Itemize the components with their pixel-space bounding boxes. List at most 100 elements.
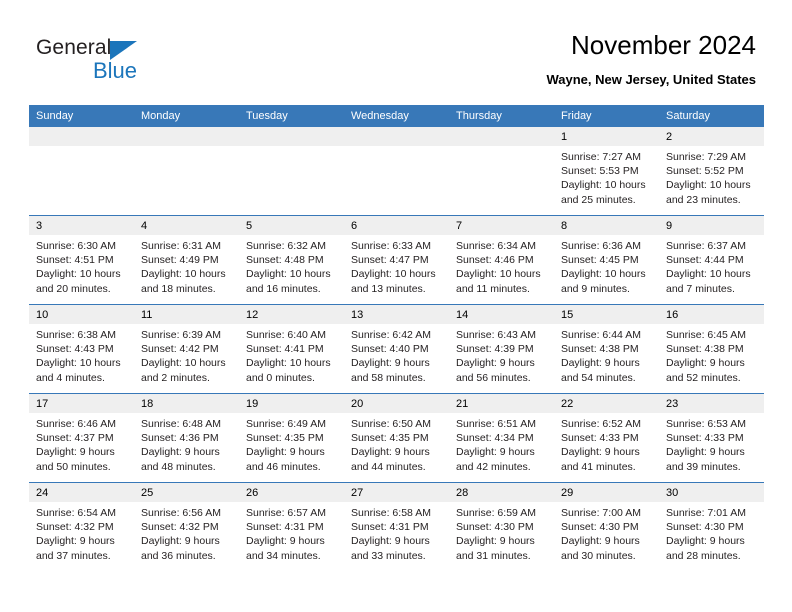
calendar-day-cell[interactable]: 17 Sunrise: 6:46 AM Sunset: 4:37 PM Dayligh… xyxy=(29,393,134,483)
weekday-header-sunday: Sunday xyxy=(29,105,134,127)
day-cell-details: Sunrise: 6:56 AM Sunset: 4:32 PM Daylight:… xyxy=(134,502,239,563)
calendar-week-row: 3 Sunrise: 6:30 AM Sunset: 4:51 PM Daylight… xyxy=(29,215,764,305)
calendar-day-cell[interactable]: 8 Sunrise: 6:36 AM Sunset: 4:45 PM Daylight… xyxy=(554,215,659,305)
sunrise-text: Sunrise: 6:45 AM xyxy=(666,329,746,341)
calendar-day-cell[interactable]: 6 Sunrise: 6:33 AM Sunset: 4:47 PM Daylight… xyxy=(344,215,449,305)
sunrise-text: Sunrise: 6:53 AM xyxy=(666,418,746,430)
sunset-text: Sunset: 4:33 PM xyxy=(666,432,744,445)
sunrise-text: Sunrise: 6:31 AM xyxy=(141,240,221,252)
calendar-day-cell[interactable]: 15 Sunrise: 6:44 AM Sunset: 4:38 PM Dayligh… xyxy=(554,304,659,394)
calendar-day-cell[interactable] xyxy=(449,127,554,216)
calendar-day-cell[interactable]: 28 Sunrise: 6:59 AM Sunset: 4:30 PM Dayligh… xyxy=(449,482,554,571)
daylight-text-line1: Daylight: 10 hours xyxy=(666,179,751,192)
daylight-text-line1: Daylight: 10 hours xyxy=(666,268,751,281)
calendar-day-cell[interactable]: 20 Sunrise: 6:50 AM Sunset: 4:35 PM Dayligh… xyxy=(344,393,449,483)
calendar-day-cell[interactable] xyxy=(29,127,134,216)
calendar-day-cell[interactable]: 18 Sunrise: 6:48 AM Sunset: 4:36 PM Dayligh… xyxy=(134,393,239,483)
day-cell-inner xyxy=(29,127,134,215)
day-number: 4 xyxy=(134,216,239,235)
sunrise-text: Sunrise: 6:40 AM xyxy=(246,329,326,341)
day-cell-inner: 14 Sunrise: 6:43 AM Sunset: 4:39 PM Dayligh… xyxy=(449,305,554,393)
calendar-day-cell[interactable]: 24 Sunrise: 6:54 AM Sunset: 4:32 PM Dayligh… xyxy=(29,482,134,571)
daylight-text-line2: and 48 minutes. xyxy=(141,460,216,473)
daylight-text-line1: Daylight: 9 hours xyxy=(561,357,640,370)
day-cell-inner: 21 Sunrise: 6:51 AM Sunset: 4:34 PM Dayligh… xyxy=(449,394,554,482)
sunset-text: Sunset: 4:46 PM xyxy=(456,254,534,267)
sunset-text: Sunset: 4:37 PM xyxy=(36,432,114,445)
day-cell-inner: 20 Sunrise: 6:50 AM Sunset: 4:35 PM Dayligh… xyxy=(344,394,449,482)
day-number: 30 xyxy=(659,483,764,502)
sunset-text: Sunset: 4:31 PM xyxy=(246,521,324,534)
calendar-day-cell[interactable]: 29 Sunrise: 7:00 AM Sunset: 4:30 PM Dayligh… xyxy=(554,482,659,571)
calendar-day-cell[interactable] xyxy=(344,127,449,216)
calendar-day-cell[interactable]: 7 Sunrise: 6:34 AM Sunset: 4:46 PM Daylight… xyxy=(449,215,554,305)
daylight-text-line1: Daylight: 9 hours xyxy=(36,446,115,459)
daylight-text-line2: and 46 minutes. xyxy=(246,460,321,473)
daylight-text-line1: Daylight: 9 hours xyxy=(456,357,535,370)
day-cell-details: Sunrise: 6:44 AM Sunset: 4:38 PM Daylight:… xyxy=(554,324,659,385)
day-cell-inner: 1 Sunrise: 7:27 AM Sunset: 5:53 PM Daylight… xyxy=(554,127,659,215)
day-cell-inner: 26 Sunrise: 6:57 AM Sunset: 4:31 PM Dayligh… xyxy=(239,483,344,571)
calendar-day-cell[interactable]: 23 Sunrise: 6:53 AM Sunset: 4:33 PM Dayligh… xyxy=(659,393,764,483)
weekday-header-tuesday: Tuesday xyxy=(239,105,344,127)
calendar-day-cell[interactable]: 9 Sunrise: 6:37 AM Sunset: 4:44 PM Daylight… xyxy=(659,215,764,305)
daylight-text-line2: and 31 minutes. xyxy=(456,549,531,562)
calendar-day-cell[interactable]: 2 Sunrise: 7:29 AM Sunset: 5:52 PM Daylight… xyxy=(659,127,764,216)
daylight-text-line2: and 13 minutes. xyxy=(351,282,426,295)
calendar-day-cell[interactable]: 3 Sunrise: 6:30 AM Sunset: 4:51 PM Daylight… xyxy=(29,215,134,305)
calendar-day-cell[interactable]: 12 Sunrise: 6:40 AM Sunset: 4:41 PM Dayligh… xyxy=(239,304,344,394)
calendar-day-cell[interactable]: 4 Sunrise: 6:31 AM Sunset: 4:49 PM Daylight… xyxy=(134,215,239,305)
daylight-text-line1: Daylight: 9 hours xyxy=(246,535,325,548)
day-cell-details: Sunrise: 6:58 AM Sunset: 4:31 PM Daylight:… xyxy=(344,502,449,563)
calendar-day-cell[interactable]: 19 Sunrise: 6:49 AM Sunset: 4:35 PM Dayligh… xyxy=(239,393,344,483)
day-number: 20 xyxy=(344,394,449,413)
day-number: 24 xyxy=(29,483,134,502)
daylight-text-line2: and 0 minutes. xyxy=(246,371,315,384)
calendar-day-cell[interactable]: 13 Sunrise: 6:42 AM Sunset: 4:40 PM Dayligh… xyxy=(344,304,449,394)
calendar-day-cell[interactable]: 25 Sunrise: 6:56 AM Sunset: 4:32 PM Dayligh… xyxy=(134,482,239,571)
calendar-day-cell[interactable]: 1 Sunrise: 7:27 AM Sunset: 5:53 PM Daylight… xyxy=(554,127,659,216)
day-number: 15 xyxy=(554,305,659,324)
calendar-day-cell[interactable]: 16 Sunrise: 6:45 AM Sunset: 4:38 PM Dayligh… xyxy=(659,304,764,394)
generalblue-logo[interactable]: General Blue xyxy=(36,36,256,88)
daylight-text-line1: Daylight: 9 hours xyxy=(141,446,220,459)
calendar-day-cell[interactable] xyxy=(239,127,344,216)
day-cell-details: Sunrise: 7:29 AM Sunset: 5:52 PM Daylight:… xyxy=(659,146,764,207)
day-cell-details: Sunrise: 6:48 AM Sunset: 4:36 PM Daylight:… xyxy=(134,413,239,474)
sunset-text: Sunset: 4:47 PM xyxy=(351,254,429,267)
day-cell-inner xyxy=(344,127,449,215)
calendar-day-cell[interactable]: 14 Sunrise: 6:43 AM Sunset: 4:39 PM Dayligh… xyxy=(449,304,554,394)
day-cell-details: Sunrise: 6:32 AM Sunset: 4:48 PM Daylight:… xyxy=(239,235,344,296)
day-cell-details: Sunrise: 6:49 AM Sunset: 4:35 PM Daylight:… xyxy=(239,413,344,474)
daylight-text-line2: and 34 minutes. xyxy=(246,549,321,562)
day-cell-inner xyxy=(239,127,344,215)
daylight-text-line1: Daylight: 9 hours xyxy=(141,535,220,548)
day-cell-inner: 3 Sunrise: 6:30 AM Sunset: 4:51 PM Daylight… xyxy=(29,216,134,304)
daylight-text-line1: Daylight: 10 hours xyxy=(561,268,646,281)
day-cell-inner: 15 Sunrise: 6:44 AM Sunset: 4:38 PM Dayligh… xyxy=(554,305,659,393)
calendar-day-cell[interactable]: 5 Sunrise: 6:32 AM Sunset: 4:48 PM Daylight… xyxy=(239,215,344,305)
daylight-text-line2: and 30 minutes. xyxy=(561,549,636,562)
calendar-day-cell[interactable]: 22 Sunrise: 6:52 AM Sunset: 4:33 PM Dayligh… xyxy=(554,393,659,483)
calendar-day-cell[interactable]: 27 Sunrise: 6:58 AM Sunset: 4:31 PM Dayligh… xyxy=(344,482,449,571)
day-cell-details: Sunrise: 6:39 AM Sunset: 4:42 PM Daylight:… xyxy=(134,324,239,385)
calendar-day-cell[interactable]: 26 Sunrise: 6:57 AM Sunset: 4:31 PM Dayligh… xyxy=(239,482,344,571)
daylight-text-line2: and 41 minutes. xyxy=(561,460,636,473)
sunrise-text: Sunrise: 6:39 AM xyxy=(141,329,221,341)
sunset-text: Sunset: 5:52 PM xyxy=(666,165,744,178)
day-number: 6 xyxy=(344,216,449,235)
day-cell-inner: 10 Sunrise: 6:38 AM Sunset: 4:43 PM Dayligh… xyxy=(29,305,134,393)
daylight-text-line2: and 9 minutes. xyxy=(561,282,630,295)
day-cell-details: Sunrise: 6:57 AM Sunset: 4:31 PM Daylight:… xyxy=(239,502,344,563)
day-cell-inner: 5 Sunrise: 6:32 AM Sunset: 4:48 PM Daylight… xyxy=(239,216,344,304)
calendar-day-cell[interactable]: 11 Sunrise: 6:39 AM Sunset: 4:42 PM Dayligh… xyxy=(134,304,239,394)
day-number: 1 xyxy=(554,127,659,146)
day-cell-details: Sunrise: 6:40 AM Sunset: 4:41 PM Daylight:… xyxy=(239,324,344,385)
sunrise-text: Sunrise: 6:49 AM xyxy=(246,418,326,430)
weekday-header-thursday: Thursday xyxy=(449,105,554,127)
calendar-day-cell[interactable]: 10 Sunrise: 6:38 AM Sunset: 4:43 PM Dayligh… xyxy=(29,304,134,394)
calendar-day-cell[interactable] xyxy=(134,127,239,216)
calendar-day-cell[interactable]: 21 Sunrise: 6:51 AM Sunset: 4:34 PM Dayligh… xyxy=(449,393,554,483)
calendar-day-cell[interactable]: 30 Sunrise: 7:01 AM Sunset: 4:30 PM Dayligh… xyxy=(659,482,764,571)
day-cell-details: Sunrise: 7:27 AM Sunset: 5:53 PM Daylight:… xyxy=(554,146,659,207)
